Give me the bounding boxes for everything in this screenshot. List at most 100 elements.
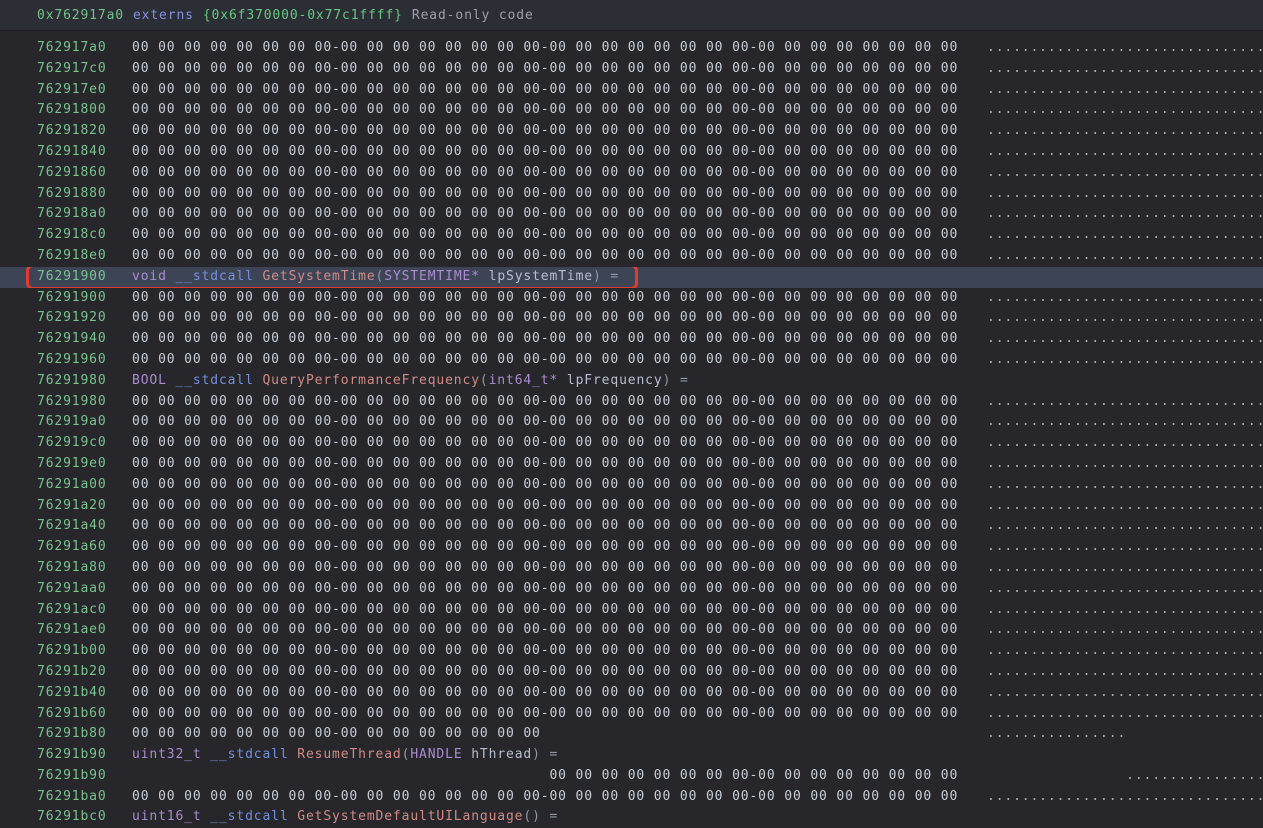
address-label[interactable]: 76291b20	[37, 662, 132, 683]
function-declaration[interactable]: uint32_t __stdcall ResumeThread(HANDLE h…	[132, 745, 1263, 766]
hex-bytes[interactable]: 00 00 00 00 00 00 00 00-00 00 00 00 00 0…	[132, 204, 987, 225]
ascii-preview[interactable]: ................................	[987, 537, 1263, 558]
ascii-preview[interactable]: ................................	[987, 475, 1263, 496]
ascii-preview[interactable]: ................................	[987, 121, 1263, 142]
address-label[interactable]: 76291880	[37, 184, 132, 205]
address-label[interactable]: 76291980	[37, 371, 132, 392]
hex-bytes[interactable]: 00 00 00 00 00 00 00 00-00 00 00 00 00 0…	[132, 558, 987, 579]
address-label[interactable]: 76291b60	[37, 704, 132, 725]
hex-bytes[interactable]: 00 00 00 00 00 00 00 00-00 00 00 00 00 0…	[132, 412, 987, 433]
address-label[interactable]: 76291860	[37, 163, 132, 184]
address-label[interactable]: 76291b00	[37, 641, 132, 662]
hex-bytes[interactable]: 00 00 00 00 00 00 00 00-00 00 00 00 00 0…	[132, 38, 987, 59]
ascii-preview[interactable]: ................................	[987, 579, 1263, 600]
hex-bytes[interactable]: 00 00 00 00 00 00 00 00-00 00 00 00 00 0…	[132, 724, 987, 745]
address-label[interactable]: 762917c0	[37, 59, 132, 80]
hex-bytes[interactable]: 00 00 00 00 00 00 00 00-00 00 00 00 00 0…	[132, 433, 987, 454]
address-label[interactable]: 762919a0	[37, 412, 132, 433]
ascii-preview[interactable]: ................................	[987, 184, 1263, 205]
hex-bytes[interactable]: 00 00 00 00 00 00 00 00-00 00 00 00 00 0…	[132, 184, 987, 205]
address-label[interactable]: 762917e0	[37, 80, 132, 101]
address-label[interactable]: 76291900	[37, 288, 132, 309]
hex-bytes[interactable]: 00 00 00 00 00 00 00 00-00 00 00 00 00 0…	[132, 641, 987, 662]
hex-bytes[interactable]: 00 00 00 00 00 00 00 00-00 00 00 00 00 0…	[132, 100, 987, 121]
address-label[interactable]: 762918c0	[37, 225, 132, 246]
hex-bytes[interactable]: 00 00 00 00 00 00 00 00-00 00 00 00 00 0…	[132, 454, 987, 475]
hex-bytes[interactable]: 00 00 00 00 00 00 00 00-00 00 00 00 00 0…	[132, 288, 987, 309]
address-label[interactable]: 76291a80	[37, 558, 132, 579]
address-label[interactable]: 76291960	[37, 350, 132, 371]
hex-bytes[interactable]: 00 00 00 00 00 00 00 00-00 00 00 00 00 0…	[132, 579, 987, 600]
ascii-preview[interactable]: ................................	[987, 225, 1263, 246]
ascii-preview[interactable]: ................................	[987, 600, 1263, 621]
address-label[interactable]: 762919e0	[37, 454, 132, 475]
ascii-preview[interactable]: ................................	[987, 100, 1263, 121]
address-label[interactable]: 76291b90	[37, 766, 132, 787]
hex-bytes[interactable]: 00 00 00 00 00 00 00 00-00 00 00 00 00 0…	[132, 766, 987, 787]
ascii-preview[interactable]: ................................	[987, 329, 1263, 350]
address-label[interactable]: 76291920	[37, 308, 132, 329]
hex-bytes[interactable]: 00 00 00 00 00 00 00 00-00 00 00 00 00 0…	[132, 704, 987, 725]
hex-bytes[interactable]: 00 00 00 00 00 00 00 00-00 00 00 00 00 0…	[132, 662, 987, 683]
address-label[interactable]: 76291840	[37, 142, 132, 163]
hex-bytes[interactable]: 00 00 00 00 00 00 00 00-00 00 00 00 00 0…	[132, 308, 987, 329]
ascii-preview[interactable]: ................................	[987, 350, 1263, 371]
ascii-preview[interactable]: ................................	[987, 433, 1263, 454]
ascii-preview[interactable]: ................................	[987, 704, 1263, 725]
hex-bytes[interactable]: 00 00 00 00 00 00 00 00-00 00 00 00 00 0…	[132, 392, 987, 413]
hex-bytes[interactable]: 00 00 00 00 00 00 00 00-00 00 00 00 00 0…	[132, 225, 987, 246]
address-label[interactable]: 76291ba0	[37, 787, 132, 808]
ascii-preview[interactable]: ................................	[987, 454, 1263, 475]
ascii-preview[interactable]: ................................	[987, 662, 1263, 683]
ascii-preview[interactable]: ................................	[987, 412, 1263, 433]
ascii-preview[interactable]: ................................	[987, 558, 1263, 579]
address-label[interactable]: 76291900	[37, 267, 132, 288]
function-declaration[interactable]: BOOL __stdcall QueryPerformanceFrequency…	[132, 371, 1263, 392]
hex-bytes[interactable]: 00 00 00 00 00 00 00 00-00 00 00 00 00 0…	[132, 59, 987, 80]
address-label[interactable]: 76291800	[37, 100, 132, 121]
hex-bytes[interactable]: 00 00 00 00 00 00 00 00-00 00 00 00 00 0…	[132, 620, 987, 641]
ascii-preview[interactable]: ................................	[987, 163, 1263, 184]
ascii-preview[interactable]: ................................	[987, 308, 1263, 329]
hex-bytes[interactable]: 00 00 00 00 00 00 00 00-00 00 00 00 00 0…	[132, 787, 987, 808]
address-label[interactable]: 76291b40	[37, 683, 132, 704]
ascii-preview[interactable]: ................................	[987, 288, 1263, 309]
address-label[interactable]: 762917a0	[37, 38, 132, 59]
address-label[interactable]: 76291ac0	[37, 600, 132, 621]
address-label[interactable]: 76291a20	[37, 496, 132, 517]
ascii-preview[interactable]: ................................	[987, 204, 1263, 225]
ascii-preview[interactable]: ................................	[987, 683, 1263, 704]
hex-bytes[interactable]: 00 00 00 00 00 00 00 00-00 00 00 00 00 0…	[132, 246, 987, 267]
ascii-preview[interactable]: ................................	[987, 496, 1263, 517]
address-label[interactable]: 76291a00	[37, 475, 132, 496]
address-label[interactable]: 76291ae0	[37, 620, 132, 641]
hex-bytes[interactable]: 00 00 00 00 00 00 00 00-00 00 00 00 00 0…	[132, 350, 987, 371]
ascii-preview[interactable]: ................	[987, 766, 1263, 787]
address-label[interactable]: 762918e0	[37, 246, 132, 267]
function-declaration[interactable]: void __stdcall GetSystemTime(SYSTEMTIME*…	[132, 267, 1263, 288]
address-label[interactable]: 76291bc0	[37, 807, 132, 828]
ascii-preview[interactable]: ................................	[987, 142, 1263, 163]
ascii-preview[interactable]: ................................	[987, 392, 1263, 413]
address-label[interactable]: 76291a60	[37, 537, 132, 558]
address-label[interactable]: 762918a0	[37, 204, 132, 225]
address-label[interactable]: 76291820	[37, 121, 132, 142]
address-label[interactable]: 762919c0	[37, 433, 132, 454]
ascii-preview[interactable]: ................................	[987, 59, 1263, 80]
hex-bytes[interactable]: 00 00 00 00 00 00 00 00-00 00 00 00 00 0…	[132, 163, 987, 184]
address-label[interactable]: 76291b90	[37, 745, 132, 766]
ascii-preview[interactable]: ................................	[987, 641, 1263, 662]
address-label[interactable]: 76291940	[37, 329, 132, 350]
function-declaration[interactable]: uint16_t __stdcall GetSystemDefaultUILan…	[132, 807, 1263, 828]
address-label[interactable]: 76291aa0	[37, 579, 132, 600]
ascii-preview[interactable]: ................................	[987, 246, 1263, 267]
address-label[interactable]: 76291b80	[37, 724, 132, 745]
ascii-preview[interactable]: ................................	[987, 516, 1263, 537]
hex-bytes[interactable]: 00 00 00 00 00 00 00 00-00 00 00 00 00 0…	[132, 683, 987, 704]
hex-bytes[interactable]: 00 00 00 00 00 00 00 00-00 00 00 00 00 0…	[132, 121, 987, 142]
hex-bytes[interactable]: 00 00 00 00 00 00 00 00-00 00 00 00 00 0…	[132, 516, 987, 537]
hex-bytes[interactable]: 00 00 00 00 00 00 00 00-00 00 00 00 00 0…	[132, 496, 987, 517]
ascii-preview[interactable]: ................................	[987, 80, 1263, 101]
ascii-preview[interactable]: ................	[987, 724, 1263, 745]
ascii-preview[interactable]: ................................	[987, 787, 1263, 808]
